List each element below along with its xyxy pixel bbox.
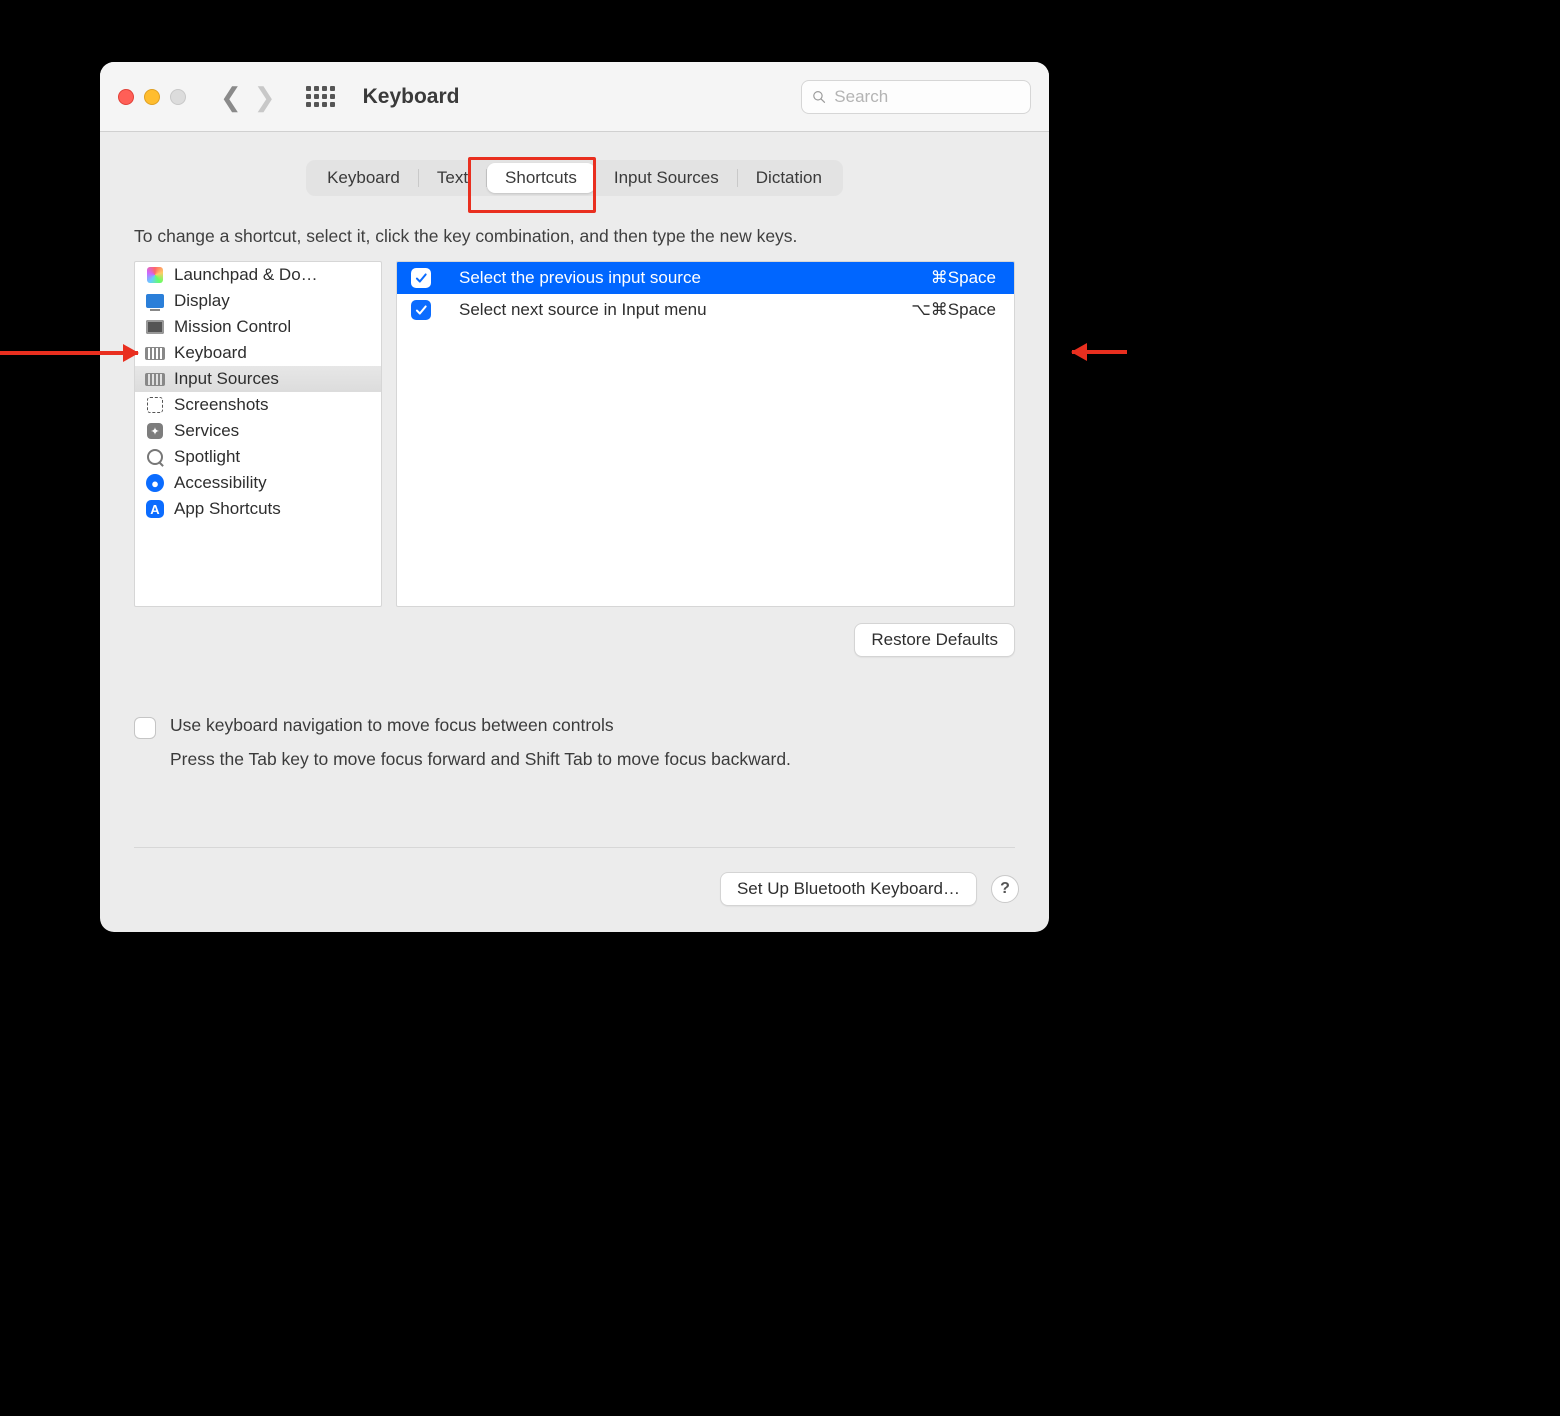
sidebar-item-keyboard[interactable]: Keyboard [135, 340, 381, 366]
categories-sidebar: Launchpad & Do… Display Mission Control … [134, 261, 382, 607]
search-input[interactable] [834, 87, 1020, 107]
services-icon [145, 423, 165, 439]
sidebar-item-screenshots[interactable]: Screenshots [135, 392, 381, 418]
sidebar-item-spotlight[interactable]: Spotlight [135, 444, 381, 470]
window-title: Keyboard [363, 85, 460, 109]
separator [134, 847, 1015, 848]
nav-back-forward: ❮ ❯ [220, 84, 276, 110]
keyboard-navigation-subtext: Press the Tab key to move focus forward … [170, 749, 1015, 770]
shortcut-row[interactable]: Select the previous input source ⌘Space [397, 262, 1014, 294]
close-window-button[interactable] [118, 89, 134, 105]
sidebar-item-display[interactable]: Display [135, 288, 381, 314]
sidebar-item-label: Keyboard [174, 343, 247, 363]
launchpad-icon [145, 267, 165, 283]
display-icon [145, 293, 165, 309]
forward-button[interactable]: ❯ [254, 84, 276, 110]
back-button[interactable]: ❮ [220, 84, 242, 110]
zoom-window-button[interactable] [170, 89, 186, 105]
minimize-window-button[interactable] [144, 89, 160, 105]
shortcut-checkbox[interactable] [411, 300, 431, 320]
sidebar-item-label: Launchpad & Do… [174, 265, 318, 285]
mission-control-icon [145, 319, 165, 335]
restore-defaults-button[interactable]: Restore Defaults [854, 623, 1015, 657]
keyboard-icon [145, 371, 165, 387]
sidebar-item-label: Mission Control [174, 317, 291, 337]
shortcut-label: Select next source in Input menu [459, 300, 911, 320]
tab-dictation[interactable]: Dictation [738, 163, 840, 193]
sidebar-item-label: Screenshots [174, 395, 269, 415]
search-icon [812, 89, 826, 105]
shortcut-keys[interactable]: ⌘Space [931, 268, 996, 288]
keyboard-navigation-checkbox[interactable] [134, 717, 156, 739]
sidebar-item-mission-control[interactable]: Mission Control [135, 314, 381, 340]
sidebar-item-app-shortcuts[interactable]: A App Shortcuts [135, 496, 381, 522]
instructions-text: To change a shortcut, select it, click t… [134, 226, 1015, 247]
tab-keyboard[interactable]: Keyboard [309, 163, 418, 193]
sidebar-item-label: Accessibility [174, 473, 267, 493]
screenshots-icon [145, 397, 165, 413]
keyboard-icon [145, 345, 165, 361]
annotation-arrow-to-input-sources [0, 351, 138, 355]
annotation-arrow-to-selected-shortcut [1072, 350, 1127, 354]
shortcuts-list: Select the previous input source ⌘Space … [396, 261, 1015, 607]
window-controls [118, 89, 186, 105]
accessibility-icon: ● [145, 475, 165, 491]
preferences-window: ❮ ❯ Keyboard Keyboard Text Shortcuts [100, 62, 1049, 932]
check-icon [414, 303, 428, 317]
tab-shortcuts[interactable]: Shortcuts [487, 163, 595, 193]
shortcut-keys[interactable]: ⌥⌘Space [911, 300, 996, 320]
sidebar-item-services[interactable]: Services [135, 418, 381, 444]
shortcut-checkbox[interactable] [411, 268, 431, 288]
titlebar: ❮ ❯ Keyboard [100, 62, 1049, 132]
sidebar-item-label: App Shortcuts [174, 499, 281, 519]
sidebar-item-label: Display [174, 291, 230, 311]
help-button[interactable]: ? [991, 875, 1019, 903]
sidebar-item-input-sources[interactable]: Input Sources [135, 366, 381, 392]
shortcut-row[interactable]: Select next source in Input menu ⌥⌘Space [397, 294, 1014, 326]
sidebar-item-accessibility[interactable]: ● Accessibility [135, 470, 381, 496]
sidebar-item-launchpad[interactable]: Launchpad & Do… [135, 262, 381, 288]
app-shortcuts-icon: A [145, 501, 165, 517]
keyboard-navigation-label: Use keyboard navigation to move focus be… [170, 715, 614, 736]
tab-input-sources[interactable]: Input Sources [596, 163, 737, 193]
search-field[interactable] [801, 80, 1031, 114]
sidebar-item-label: Spotlight [174, 447, 240, 467]
tab-text[interactable]: Text [419, 163, 486, 193]
shortcut-label: Select the previous input source [459, 268, 931, 288]
sidebar-item-label: Services [174, 421, 239, 441]
show-all-prefs-icon[interactable] [306, 86, 335, 107]
check-icon [414, 271, 428, 285]
setup-bluetooth-keyboard-button[interactable]: Set Up Bluetooth Keyboard… [720, 872, 977, 906]
tab-bar: Keyboard Text Shortcuts Input Sources Di… [306, 160, 843, 196]
spotlight-icon [145, 449, 165, 465]
sidebar-item-label: Input Sources [174, 369, 279, 389]
